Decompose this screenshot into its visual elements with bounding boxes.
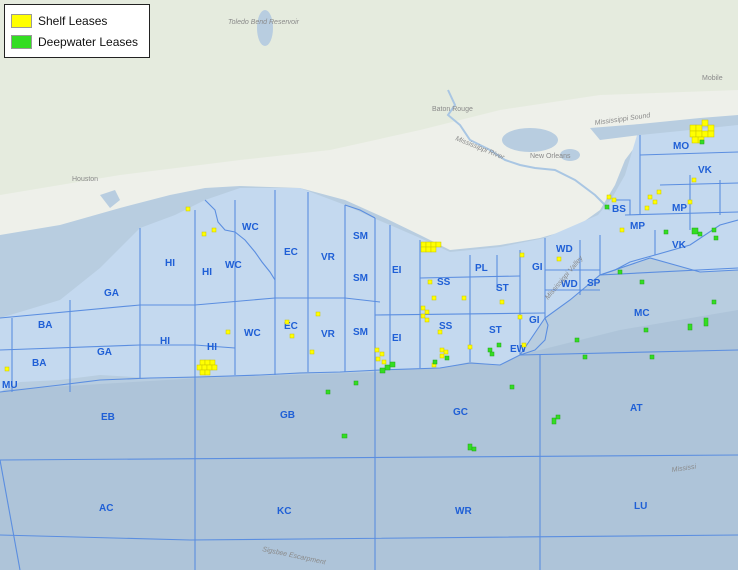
place-label-houston: Houston [72, 176, 98, 183]
area-label-at: AT [630, 403, 643, 414]
area-label-ei: EI [392, 333, 402, 344]
area-label-eb: EB [101, 412, 115, 423]
area-label-ec: EC [284, 247, 298, 258]
reservoir [257, 10, 273, 46]
legend-item-deepwater: Deepwater Leases [11, 31, 143, 52]
area-label-gi: GI [532, 262, 543, 273]
area-label-gb: GB [280, 410, 295, 421]
legend-item-shelf: Shelf Leases [11, 10, 143, 31]
area-label-vr: VR [321, 252, 336, 263]
area-label-ga: GA [97, 347, 112, 358]
area-label-mo: MO [673, 141, 689, 152]
area-label-mu: MU [2, 380, 18, 391]
area-label-sm: SM [353, 231, 368, 242]
area-label-wc: WC [244, 328, 261, 339]
area-label-ba: BA [38, 320, 52, 331]
deepwater-lease-swatch [11, 34, 32, 49]
legend-label-deepwater: Deepwater Leases [38, 34, 139, 49]
area-label-kc: KC [277, 506, 291, 517]
area-label-st: ST [489, 325, 502, 336]
map-legend: Shelf Leases Deepwater Leases [4, 4, 150, 58]
lake-pontchartrain [502, 128, 558, 152]
area-label-sm: SM [353, 327, 368, 338]
place-label-baton-rouge: Baton Rouge [432, 106, 473, 113]
area-label-ac: AC [99, 503, 113, 514]
area-label-vr: VR [321, 329, 336, 340]
legend-label-shelf: Shelf Leases [38, 13, 108, 28]
lease-map: BA BA MU GA GA HI HI HI HI WC WC WC EC E… [0, 0, 738, 570]
shelf-lease-swatch [11, 13, 32, 28]
place-label-new-orleans: New Orleans [530, 153, 571, 160]
place-label-reservoir: Toledo Bend Reservoir [228, 19, 300, 26]
area-label-ei: EI [392, 265, 402, 276]
area-label-sm: SM [353, 273, 368, 284]
area-label-wd: WD [556, 244, 573, 255]
area-label-hi: HI [202, 267, 212, 278]
area-label-mp: MP [630, 221, 645, 232]
area-label-gi: GI [529, 315, 540, 326]
area-label-vk: VK [698, 165, 713, 176]
area-label-hi: HI [165, 258, 175, 269]
area-label-gc: GC [453, 407, 468, 418]
area-label-pl: PL [475, 263, 488, 274]
area-label-st: ST [496, 283, 509, 294]
area-label-ga: GA [104, 288, 119, 299]
area-label-mp: MP [672, 203, 687, 214]
place-label-mobile: Mobile [702, 75, 723, 82]
area-label-sp: SP [587, 278, 601, 289]
area-label-wr: WR [455, 506, 472, 517]
area-label-lu: LU [634, 501, 647, 512]
area-label-ss: SS [437, 277, 451, 288]
area-label-wc: WC [225, 260, 242, 271]
map-canvas: BA BA MU GA GA HI HI HI HI WC WC WC EC E… [0, 0, 738, 570]
area-label-mc: MC [634, 308, 650, 319]
area-label-hi: HI [160, 336, 170, 347]
area-label-hi: HI [207, 342, 217, 353]
area-label-ba: BA [32, 358, 46, 369]
area-label-vk: VK [672, 240, 687, 251]
area-label-wc: WC [242, 222, 259, 233]
area-label-bs: BS [612, 204, 626, 215]
